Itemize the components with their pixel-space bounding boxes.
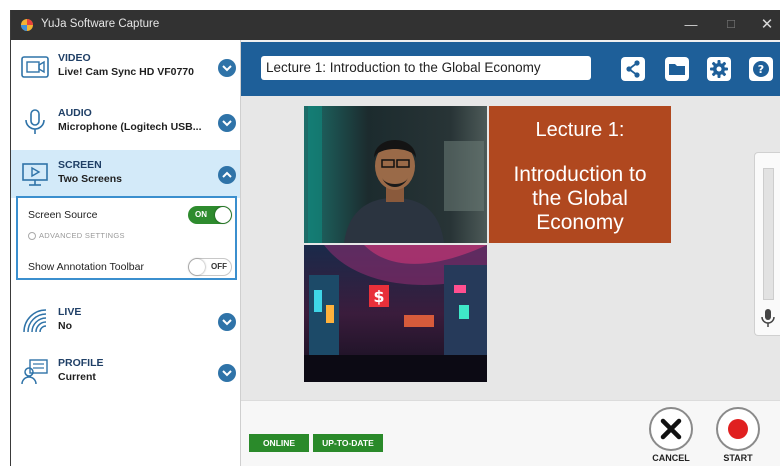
sidebar-section-profile[interactable]: PROFILE Current — [11, 347, 240, 397]
close-icon — [660, 418, 682, 440]
audio-level-track — [763, 168, 774, 300]
sidebar: VIDEO Live! Cam Sync HD VF0770 AUDIO Mic… — [11, 40, 241, 466]
folder-icon — [669, 64, 685, 75]
preview-area: $ Lecture 1: Introduction to the Global … — [241, 96, 780, 400]
title-bar: YuJa Software Capture — ☐ ✕ — [11, 10, 780, 40]
help-button[interactable]: ? — [749, 57, 773, 81]
audio-section-title: AUDIO — [58, 107, 92, 119]
settings-button[interactable] — [707, 57, 731, 81]
chevron-down-icon[interactable] — [218, 59, 236, 77]
online-status-badge: ONLINE — [249, 434, 309, 452]
screen-source-label: Screen Source — [28, 209, 98, 221]
profile-section-title: PROFILE — [58, 357, 104, 369]
camera-icon — [21, 56, 49, 78]
audio-section-value: Microphone (Logitech USB... — [58, 121, 202, 133]
svg-text:$: $ — [373, 287, 384, 306]
microphone-icon — [761, 309, 775, 327]
annotation-toolbar-label: Show Annotation Toolbar — [28, 261, 144, 273]
gear-icon — [28, 232, 36, 240]
maximize-button[interactable]: ☐ — [716, 14, 746, 36]
annotation-toolbar-toggle[interactable]: OFF — [188, 258, 232, 276]
profile-section-value: Current — [58, 371, 96, 383]
start-button-label: START — [723, 453, 753, 463]
chevron-down-icon[interactable] — [218, 313, 236, 331]
profile-icon — [21, 359, 48, 385]
bottom-bar: ONLINE UP-TO-DATE CANCEL START — [241, 400, 780, 466]
screen-source-toggle[interactable]: ON — [188, 206, 232, 224]
yuja-logo-icon — [21, 19, 33, 31]
screen-section-title: SCREEN — [58, 159, 102, 171]
help-icon: ? — [753, 61, 769, 77]
sidebar-section-screen[interactable]: SCREEN Two Screens — [11, 150, 240, 198]
slide-line-1: Lecture 1: — [535, 119, 625, 141]
screen-section-value: Two Screens — [58, 173, 122, 185]
sidebar-section-video[interactable]: VIDEO Live! Cam Sync HD VF0770 — [11, 42, 240, 92]
live-section-value: No — [58, 320, 72, 332]
slide-line-2: Introduction to the Global Economy — [513, 163, 647, 234]
session-header: Lecture 1: Introduction to the Global Ec… — [241, 42, 780, 96]
folder-button[interactable] — [665, 57, 689, 81]
video-section-value: Live! Cam Sync HD VF0770 — [58, 66, 194, 78]
chevron-down-icon[interactable] — [218, 364, 236, 382]
microphone-icon — [25, 109, 45, 134]
svg-text:?: ? — [758, 63, 764, 76]
chevron-down-icon[interactable] — [218, 114, 236, 132]
broadcast-icon — [23, 309, 47, 333]
share-button[interactable] — [621, 57, 645, 81]
sidebar-section-live[interactable]: LIVE No — [11, 296, 240, 346]
screen-icon — [22, 163, 48, 186]
slide-preview: Lecture 1: Introduction to the Global Ec… — [489, 106, 671, 243]
close-button[interactable]: ✕ — [752, 14, 780, 36]
app-window: YuJa Software Capture — ☐ ✕ VIDEO Live! … — [10, 10, 780, 466]
screen-preview-image: $ — [304, 245, 487, 382]
share-icon — [626, 60, 640, 78]
cancel-button-label: CANCEL — [652, 453, 690, 463]
cancel-button[interactable] — [649, 407, 693, 451]
audio-level-meter — [754, 152, 780, 336]
live-section-title: LIVE — [58, 306, 82, 318]
minimize-button[interactable]: — — [676, 14, 706, 36]
session-title-input[interactable]: Lecture 1: Introduction to the Global Ec… — [261, 56, 591, 80]
gear-icon — [710, 60, 728, 78]
screen-settings-panel: Screen Source ON ADVANCED SETTINGS Show … — [16, 196, 237, 280]
sidebar-section-audio[interactable]: AUDIO Microphone (Logitech USB... — [11, 97, 240, 147]
start-button[interactable] — [716, 407, 760, 451]
record-icon — [728, 419, 748, 439]
window-title: YuJa Software Capture — [41, 18, 160, 30]
update-status-badge: UP-TO-DATE — [313, 434, 383, 452]
webcam-preview-image — [304, 106, 487, 243]
video-section-title: VIDEO — [58, 52, 91, 64]
advanced-settings-link[interactable]: ADVANCED SETTINGS — [28, 231, 125, 240]
chevron-up-icon[interactable] — [218, 166, 236, 184]
